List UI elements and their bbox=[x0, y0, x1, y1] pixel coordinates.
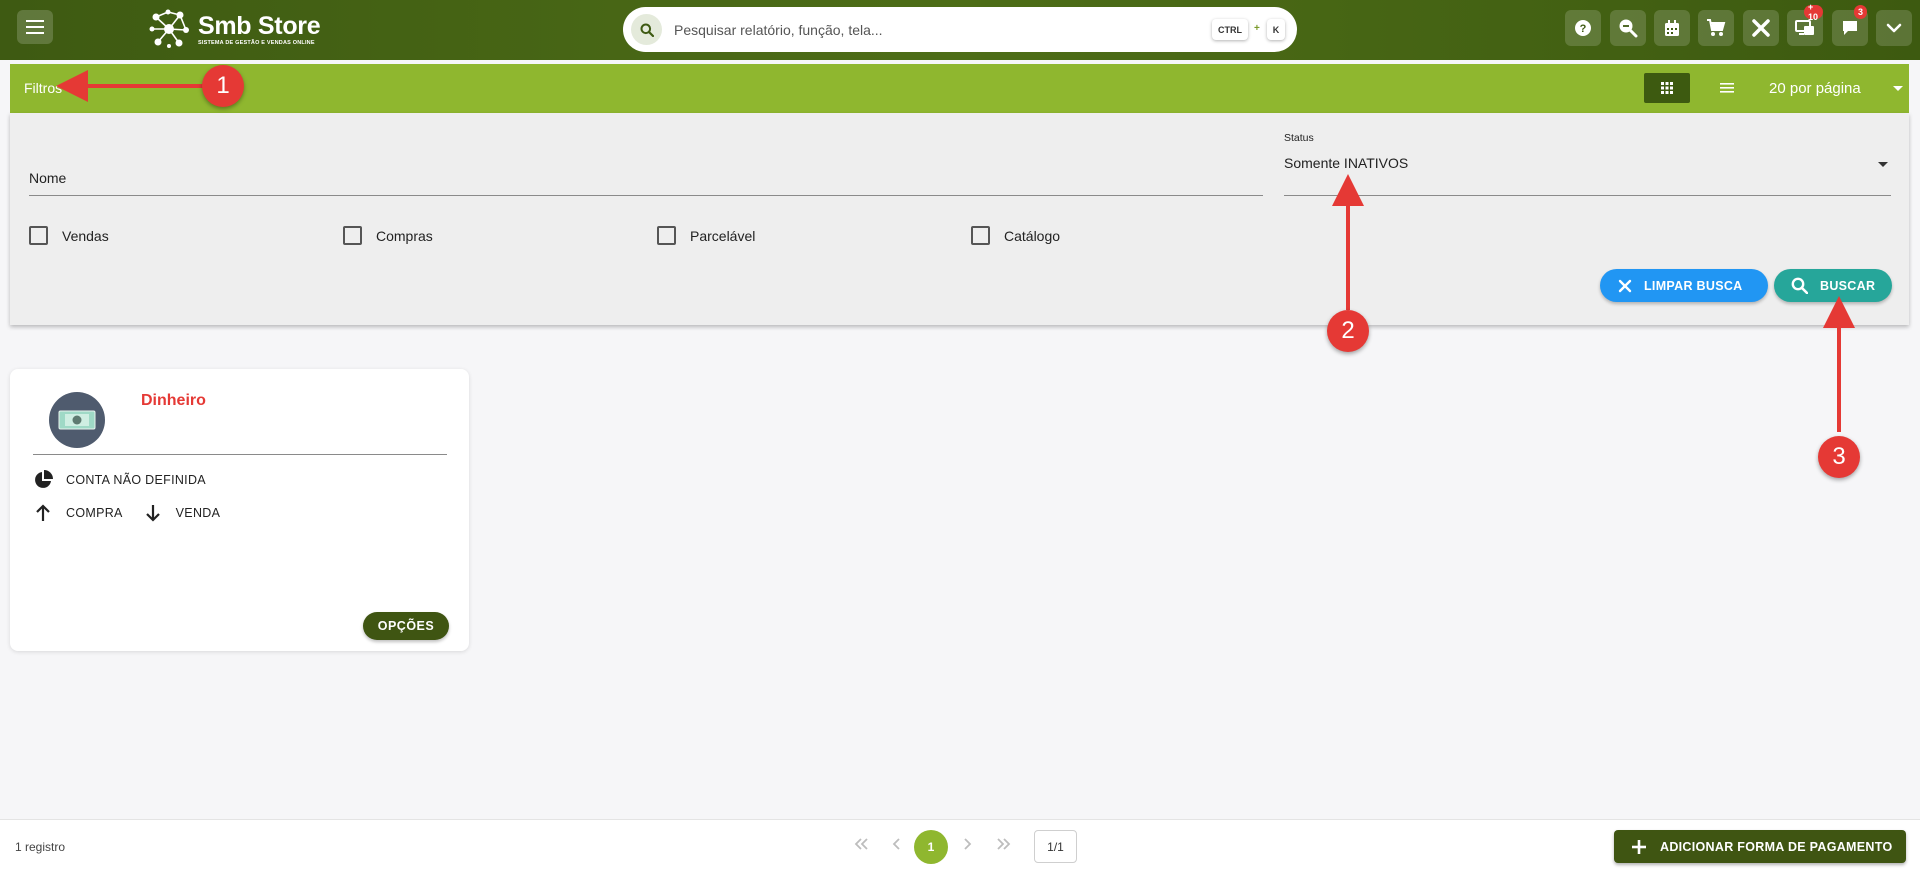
close-icon bbox=[1618, 279, 1632, 292]
double-chevron-right-icon bbox=[997, 838, 1011, 850]
logo-title: Smb Store bbox=[198, 11, 321, 40]
tools-button[interactable] bbox=[1743, 10, 1779, 46]
avatar bbox=[49, 392, 105, 448]
name-field-label: Nome bbox=[29, 170, 67, 186]
sale-label: VENDA bbox=[175, 506, 221, 520]
checkbox-label: Vendas bbox=[62, 227, 109, 244]
help-icon: ? bbox=[1575, 20, 1591, 36]
hamburger-icon bbox=[26, 20, 44, 34]
menu-button[interactable] bbox=[17, 10, 53, 44]
network-logo-icon bbox=[149, 9, 189, 48]
user-menu-button[interactable] bbox=[1876, 10, 1912, 46]
per-page-select[interactable]: 20 por página bbox=[1769, 80, 1861, 97]
global-search[interactable]: Pesquisar relatório, função, tela... CTR… bbox=[623, 7, 1297, 52]
clear-search-button[interactable]: LIMPAR BUSCA bbox=[1600, 269, 1768, 302]
arrow-up-icon bbox=[36, 504, 50, 521]
name-field[interactable]: Nome bbox=[29, 158, 1263, 196]
shortcut-ctrl: CTRL bbox=[1212, 19, 1248, 40]
card-divider bbox=[33, 454, 447, 455]
annotation-marker-2: 2 bbox=[1327, 310, 1369, 352]
checkbox-label: Catálogo bbox=[1004, 227, 1061, 244]
filter-bar: Filtros 20 por página bbox=[10, 64, 1909, 113]
grid-view-button[interactable] bbox=[1644, 73, 1690, 103]
purchase-label: COMPRA bbox=[66, 506, 123, 520]
checkbox-compras[interactable]: Compras bbox=[343, 226, 433, 245]
plus-icon bbox=[1632, 839, 1646, 854]
svg-text:?: ? bbox=[1580, 23, 1587, 35]
page-total[interactable]: 1/1 bbox=[1034, 830, 1077, 863]
caret-down-icon[interactable] bbox=[1893, 86, 1903, 91]
search-button[interactable]: BUSCAR bbox=[1774, 269, 1892, 302]
filter-title[interactable]: Filtros bbox=[24, 80, 62, 96]
annotation-marker-3: 3 bbox=[1818, 436, 1860, 478]
filter-panel: Nome Status Somente INATIVOS Vendas Comp… bbox=[10, 113, 1909, 325]
current-page[interactable]: 1 bbox=[914, 830, 948, 864]
chat-badge: 3 bbox=[1854, 5, 1868, 19]
zoom-search-button[interactable] bbox=[1610, 10, 1646, 46]
account-label: CONTA NÃO DEFINIDA bbox=[66, 473, 206, 487]
shortcut-k: K bbox=[1267, 19, 1285, 40]
logo[interactable]: Smb Store SISTEMA DE GESTÃO E VENDAS ONL… bbox=[146, 8, 321, 50]
list-icon bbox=[1720, 83, 1734, 93]
checkbox-parcelavel[interactable]: Parcelável bbox=[657, 226, 755, 245]
next-page-button[interactable] bbox=[960, 827, 976, 861]
arrow-down-icon bbox=[145, 505, 160, 522]
top-bar: Smb Store SISTEMA DE GESTÃO E VENDAS ONL… bbox=[0, 0, 1920, 60]
options-button[interactable]: OPÇÕES bbox=[363, 612, 449, 640]
card-title[interactable]: Dinheiro bbox=[141, 392, 206, 410]
search-button-label: BUSCAR bbox=[1820, 278, 1876, 293]
add-payment-method-button[interactable]: ADICIONAR FORMA DE PAGAMENTO bbox=[1614, 830, 1906, 863]
pie-chart-icon bbox=[35, 470, 53, 488]
chat-button[interactable]: 3 bbox=[1832, 5, 1868, 46]
checkbox-label: Parcelável bbox=[690, 227, 756, 244]
status-select[interactable]: Status Somente INATIVOS bbox=[1284, 132, 1891, 196]
calendar-icon bbox=[1665, 19, 1679, 36]
list-view-button[interactable] bbox=[1712, 73, 1742, 103]
checkbox-vendas[interactable]: Vendas bbox=[29, 226, 109, 245]
search-icon bbox=[1791, 277, 1808, 294]
chevron-left-icon bbox=[892, 838, 900, 850]
record-count: 1 registro bbox=[15, 840, 66, 854]
checkbox-catalogo[interactable]: Catálogo bbox=[971, 226, 1060, 245]
checkbox-box[interactable] bbox=[971, 226, 990, 245]
screens-button[interactable]: + 10 bbox=[1787, 2, 1823, 46]
double-chevron-left-icon bbox=[854, 838, 868, 850]
checkbox-box[interactable] bbox=[343, 226, 362, 245]
prev-page-button[interactable] bbox=[888, 827, 904, 861]
chevron-down-icon bbox=[1886, 23, 1902, 33]
caret-down-icon[interactable] bbox=[1878, 162, 1888, 167]
last-page-button[interactable] bbox=[994, 827, 1014, 861]
search-icon bbox=[631, 14, 662, 45]
clear-search-label: LIMPAR BUSCA bbox=[1644, 278, 1743, 293]
cart-button[interactable] bbox=[1698, 10, 1734, 46]
status-label: Status bbox=[1284, 132, 1314, 144]
calendar-button[interactable] bbox=[1654, 10, 1690, 46]
checkbox-box[interactable] bbox=[29, 226, 48, 245]
shortcut-plus: + bbox=[1254, 23, 1260, 34]
logo-subtitle: SISTEMA DE GESTÃO E VENDAS ONLINE bbox=[198, 39, 315, 46]
add-payment-method-label: ADICIONAR FORMA DE PAGAMENTO bbox=[1660, 839, 1893, 854]
cash-icon bbox=[58, 410, 96, 430]
grid-icon bbox=[1661, 82, 1673, 94]
tools-icon bbox=[1752, 19, 1770, 37]
first-page-button[interactable] bbox=[851, 827, 871, 861]
chat-icon bbox=[1843, 21, 1857, 35]
payment-method-card: Dinheiro CONTA NÃO DEFINIDA COMPRA VENDA… bbox=[10, 369, 469, 651]
annotation-marker-1: 1 bbox=[202, 65, 244, 107]
checkbox-box[interactable] bbox=[657, 226, 676, 245]
usage-row: COMPRA VENDA bbox=[33, 503, 220, 523]
cart-icon bbox=[1707, 19, 1726, 36]
footer: 1 registro 1 1/1 ADICIONAR FORMA DE PAGA… bbox=[0, 819, 1920, 869]
screens-badge: + 10 bbox=[1804, 2, 1823, 22]
help-button[interactable]: ? bbox=[1565, 10, 1601, 46]
status-value: Somente INATIVOS bbox=[1284, 155, 1409, 171]
zoom-search-icon bbox=[1619, 19, 1638, 38]
account-row: CONTA NÃO DEFINIDA bbox=[33, 470, 206, 490]
checkbox-label: Compras bbox=[376, 227, 433, 244]
search-input[interactable]: Pesquisar relatório, função, tela... bbox=[674, 22, 883, 38]
chevron-right-icon bbox=[964, 838, 972, 850]
